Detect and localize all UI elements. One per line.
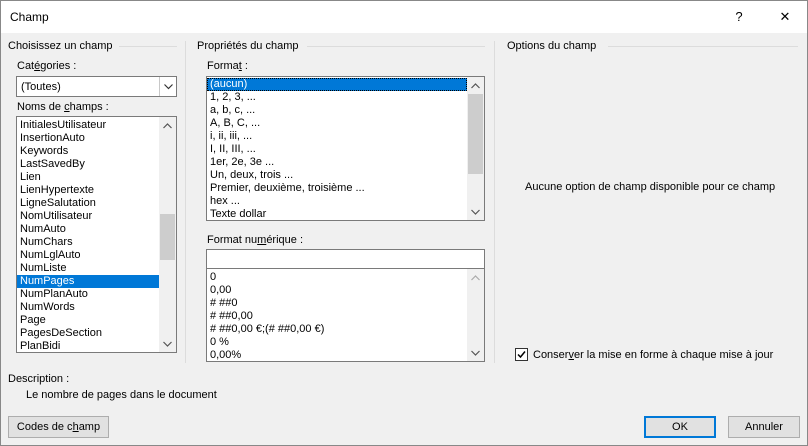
- ok-button[interactable]: OK: [644, 416, 716, 438]
- close-button[interactable]: ✕: [763, 1, 807, 33]
- help-button[interactable]: ?: [717, 1, 761, 33]
- list-item[interactable]: NomUtilisateur: [17, 210, 159, 223]
- title-bar: Champ ? ✕: [1, 1, 807, 33]
- list-item[interactable]: # ##0: [207, 297, 467, 310]
- list-item[interactable]: NumLglAuto: [17, 249, 159, 262]
- format-list[interactable]: (aucun) 1, 2, 3, ... a, b, c, ... A, B, C, …: [206, 76, 485, 221]
- list-item[interactable]: LienHypertexte: [17, 184, 159, 197]
- list-item[interactable]: InsertionAuto: [17, 132, 159, 145]
- description-label: Description :: [8, 373, 70, 385]
- list-item[interactable]: LastSavedBy: [17, 158, 159, 171]
- scroll-down-icon[interactable]: [467, 344, 484, 361]
- close-icon: ✕: [779, 9, 791, 24]
- list-item[interactable]: i, ii, iii, ...: [207, 130, 467, 143]
- chevron-down-icon[interactable]: [159, 77, 176, 96]
- list-item[interactable]: 1er, 2e, 3e ...: [207, 156, 467, 169]
- description-text: Le nombre de pages dans le document: [26, 389, 217, 401]
- scroll-up-icon[interactable]: [467, 269, 484, 286]
- list-item[interactable]: 0 %: [207, 336, 467, 349]
- list-item[interactable]: Page: [17, 314, 159, 327]
- format-list-items: (aucun) 1, 2, 3, ... a, b, c, ... A, B, C, …: [207, 77, 467, 220]
- scroll-down-icon[interactable]: [159, 335, 176, 352]
- list-item[interactable]: 0,00: [207, 284, 467, 297]
- list-item[interactable]: 0: [207, 271, 467, 284]
- categories-label: Catégories :: [17, 60, 77, 72]
- format-scrollbar[interactable]: [467, 77, 484, 220]
- group-separator: [307, 46, 485, 47]
- group-divider: [494, 41, 495, 363]
- list-item[interactable]: # ##0,00 €;(# ##0,00 €): [207, 323, 467, 336]
- number-format-scrollbar[interactable]: [467, 269, 484, 361]
- field-names-scrollbar[interactable]: [159, 117, 176, 352]
- list-item[interactable]: LigneSalutation: [17, 197, 159, 210]
- choose-field-group-title: Choisissez un champ: [8, 40, 113, 52]
- scrollbar-thumb[interactable]: [468, 94, 483, 174]
- list-item[interactable]: NumChars: [17, 236, 159, 249]
- group-separator: [119, 46, 177, 47]
- list-item[interactable]: (aucun): [207, 78, 467, 91]
- list-item[interactable]: NumWords: [17, 301, 159, 314]
- number-format-label: Format numérique :: [207, 234, 304, 246]
- list-item[interactable]: InitialesUtilisateur: [17, 119, 159, 132]
- scroll-up-icon[interactable]: [159, 117, 176, 134]
- checkmark-icon: [517, 351, 526, 359]
- group-separator: [608, 46, 798, 47]
- list-item[interactable]: NumAuto: [17, 223, 159, 236]
- list-item[interactable]: NumListe: [17, 262, 159, 275]
- field-properties-group-title: Propriétés du champ: [197, 40, 299, 52]
- field-names-list[interactable]: InitialesUtilisateur InsertionAuto Keyword…: [16, 116, 177, 353]
- scroll-up-icon[interactable]: [467, 77, 484, 94]
- field-dialog: Champ ? ✕ Choisissez un champ Catégories…: [0, 0, 808, 446]
- list-item[interactable]: # ##0,00: [207, 310, 467, 323]
- list-item[interactable]: 0,00%: [207, 349, 467, 361]
- list-item[interactable]: Texte dollar: [207, 208, 467, 220]
- field-codes-button[interactable]: Codes de champ: [8, 416, 109, 438]
- list-item[interactable]: I, II, III, ...: [207, 143, 467, 156]
- list-item[interactable]: A, B, C, ...: [207, 117, 467, 130]
- number-format-list[interactable]: 0 0,00 # ##0 # ##0,00 # ##0,00 €;(# ##0,00 €…: [206, 268, 485, 362]
- list-item[interactable]: 1, 2, 3, ...: [207, 91, 467, 104]
- scrollbar-thumb[interactable]: [160, 214, 175, 260]
- list-item[interactable]: Un, deux, trois ...: [207, 169, 467, 182]
- number-format-list-items: 0 0,00 # ##0 # ##0,00 # ##0,00 €;(# ##0,00 €…: [207, 269, 467, 361]
- list-item[interactable]: hex ...: [207, 195, 467, 208]
- preserve-formatting-checkbox[interactable]: [515, 348, 528, 361]
- list-item[interactable]: Premier, deuxième, troisième ...: [207, 182, 467, 195]
- categories-combobox[interactable]: (Toutes): [16, 76, 177, 97]
- list-item[interactable]: a, b, c, ...: [207, 104, 467, 117]
- cancel-button[interactable]: Annuler: [728, 416, 800, 438]
- preserve-formatting-label[interactable]: Conserver la mise en forme à chaque mise…: [533, 349, 773, 361]
- dialog-title: Champ: [10, 10, 49, 24]
- field-options-group-title: Options du champ: [507, 40, 597, 52]
- no-options-text: Aucune option de champ disponible pour c…: [525, 181, 776, 193]
- field-names-label: Noms de champs :: [17, 101, 109, 113]
- number-format-input[interactable]: [206, 249, 485, 269]
- list-item[interactable]: Lien: [17, 171, 159, 184]
- field-names-list-items: InitialesUtilisateur InsertionAuto Keyword…: [17, 117, 159, 352]
- list-item[interactable]: NumPages: [17, 275, 159, 288]
- scroll-down-icon[interactable]: [467, 203, 484, 220]
- group-divider: [185, 41, 186, 363]
- categories-value: (Toutes): [21, 81, 61, 93]
- format-label: Format :: [207, 60, 248, 72]
- list-item[interactable]: PagesDeSection: [17, 327, 159, 340]
- list-item[interactable]: PlanBidi: [17, 340, 159, 352]
- list-item[interactable]: NumPlanAuto: [17, 288, 159, 301]
- list-item[interactable]: Keywords: [17, 145, 159, 158]
